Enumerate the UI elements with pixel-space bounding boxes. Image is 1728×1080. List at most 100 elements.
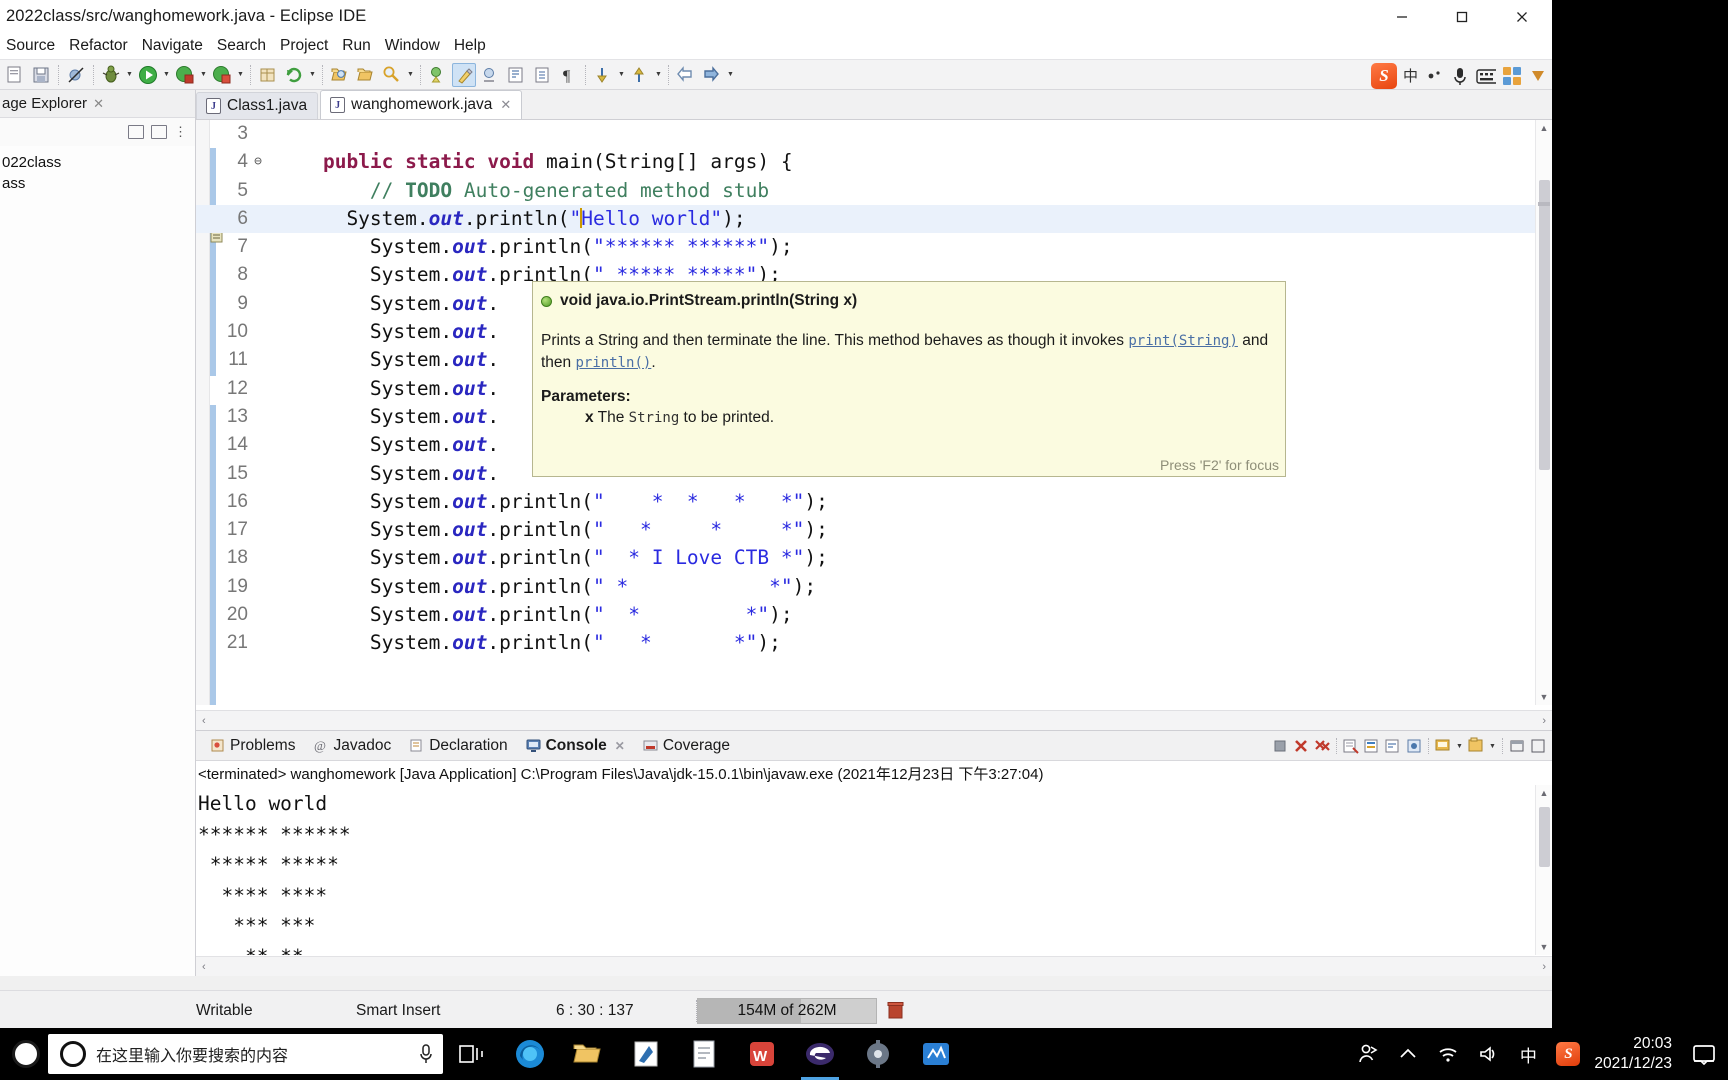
open-console-icon[interactable] [1466, 736, 1486, 756]
editor-horizontal-scrollbar[interactable]: ‹ › [196, 710, 1552, 730]
console-vertical-scrollbar[interactable]: ▲ ▼ [1535, 785, 1552, 955]
menu-item-help[interactable]: Help [447, 35, 493, 57]
scroll-down-icon[interactable]: ▼ [1536, 939, 1552, 955]
run-last-tool-icon[interactable] [210, 63, 234, 87]
taskbar-wps-icon[interactable]: W [733, 1028, 791, 1080]
close-icon[interactable]: ✕ [615, 739, 625, 753]
keyboard-icon[interactable] [1476, 66, 1496, 86]
taskbar-clock[interactable]: 20:03 2021/12/23 [1588, 1034, 1684, 1074]
pilcrow-icon[interactable]: ¶ [556, 63, 580, 87]
collapse-all-icon[interactable] [128, 125, 144, 139]
notification-center-icon[interactable] [1684, 1028, 1724, 1080]
code-line[interactable]: 6 System.out.println("Hello world"); [196, 204, 1552, 234]
tab-javadoc[interactable]: @ Javadoc [305, 735, 399, 757]
code-line[interactable]: 18 System.out.println(" * I Love CTB *")… [196, 544, 1552, 572]
refresh-dropdown-icon[interactable] [307, 63, 318, 87]
editor-tab-class1[interactable]: J Class1.java [196, 92, 319, 119]
display-selected-console-icon[interactable] [1433, 736, 1453, 756]
code-line[interactable]: 16 System.out.println(" * * * *"); [196, 488, 1552, 516]
taskbar-settings-icon[interactable] [849, 1028, 907, 1080]
debug-icon[interactable] [99, 63, 123, 87]
menu-item-source[interactable]: Source [2, 35, 62, 57]
tree-item-project[interactable]: 022class [0, 152, 195, 173]
taskbar-search[interactable]: 在这里输入你要搜索的内容 [48, 1034, 443, 1074]
volume-icon[interactable] [1468, 1028, 1508, 1080]
tab-coverage[interactable]: Coverage [635, 735, 738, 757]
scroll-left-icon[interactable]: ‹ [202, 715, 206, 727]
word-wrap-icon[interactable] [1383, 736, 1403, 756]
search-icon[interactable] [380, 63, 404, 87]
coverage-icon[interactable] [173, 63, 197, 87]
editor-vertical-scrollbar[interactable]: ▲ ▼ [1535, 120, 1552, 705]
run-last-dropdown-icon[interactable] [235, 63, 246, 87]
taskbar-notepad-icon[interactable] [675, 1028, 733, 1080]
package-explorer-tab[interactable]: age Explorer ✕ [0, 90, 195, 118]
console-horizontal-scrollbar[interactable]: ‹ › [196, 956, 1552, 976]
menu-item-refactor[interactable]: Refactor [62, 35, 135, 57]
task-view-button[interactable] [443, 1028, 501, 1080]
code-line[interactable]: 3 [196, 120, 1552, 148]
download-dropdown-icon[interactable] [616, 63, 627, 87]
apps-grid-icon[interactable] [1502, 66, 1522, 86]
run-dropdown-icon[interactable] [161, 63, 172, 87]
scrollbar-thumb[interactable] [1539, 807, 1550, 867]
block-selection-icon[interactable] [530, 63, 554, 87]
clear-console-icon[interactable] [1341, 736, 1361, 756]
scroll-right-icon[interactable]: › [1542, 961, 1546, 973]
scroll-up-icon[interactable]: ▲ [1536, 785, 1552, 801]
remove-all-launches-icon[interactable] [1312, 736, 1332, 756]
menu-item-navigate[interactable]: Navigate [135, 35, 210, 57]
editor-tab-wanghomework[interactable]: J wanghomework.java ✕ [320, 90, 523, 119]
open-console-dropdown-icon[interactable] [1487, 734, 1498, 758]
nav-dropdown-icon[interactable] [725, 63, 736, 87]
menu-item-run[interactable]: Run [335, 35, 377, 57]
code-line[interactable]: 19 System.out.println(" * *"); [196, 573, 1552, 601]
taskbar-edge-icon[interactable] [501, 1028, 559, 1080]
scroll-lock-icon[interactable] [1362, 736, 1382, 756]
run-gc-icon[interactable] [887, 1001, 904, 1020]
forward-nav-icon[interactable] [700, 63, 724, 87]
taskbar-eclipse-icon[interactable] [791, 1028, 849, 1080]
search-dropdown-icon[interactable] [405, 63, 416, 87]
close-icon[interactable]: ✕ [500, 97, 511, 113]
close-icon[interactable]: ✕ [93, 96, 104, 112]
scroll-right-icon[interactable]: › [1542, 715, 1546, 727]
pin-console-icon[interactable] [1404, 736, 1424, 756]
minimize-icon[interactable] [1372, 0, 1432, 33]
maximize-view-icon[interactable] [1528, 736, 1548, 756]
sogou-tray-icon[interactable]: S [1548, 1028, 1588, 1080]
menu-item-search[interactable]: Search [210, 35, 273, 57]
ime-lang-icon[interactable]: 中 [1508, 1028, 1548, 1080]
remove-launch-icon[interactable] [1291, 736, 1311, 756]
open-type-icon[interactable] [328, 63, 352, 87]
next-annotation-icon[interactable] [426, 63, 450, 87]
debug-dropdown-icon[interactable] [124, 63, 135, 87]
taskbar-editor-icon[interactable] [907, 1028, 965, 1080]
tab-problems[interactable]: Problems [202, 735, 303, 757]
microphone-icon[interactable] [1450, 66, 1470, 86]
code-line[interactable]: 7 System.out.println("****** ******"); [196, 233, 1552, 261]
code-line[interactable]: 5 // TODO Auto-generated method stub [196, 177, 1552, 205]
heap-status-indicator[interactable]: 154M of 262M [697, 997, 877, 1024]
view-menu-icon[interactable]: ⋮ [174, 124, 187, 140]
close-icon[interactable] [1492, 0, 1552, 33]
show-hidden-icons-icon[interactable] [1388, 1028, 1428, 1080]
fold-toggle-icon[interactable]: ⊖ [251, 148, 265, 176]
download-sources-icon[interactable] [591, 63, 615, 87]
scroll-left-icon[interactable]: ‹ [202, 961, 206, 973]
menu-item-window[interactable]: Window [378, 35, 447, 57]
tab-console[interactable]: Console ✕ [518, 735, 633, 757]
open-task-icon[interactable] [354, 63, 378, 87]
console-select-dropdown-icon[interactable] [1454, 734, 1465, 758]
upload-dropdown-icon[interactable] [653, 63, 664, 87]
code-line[interactable]: 21 System.out.println(" * *"); [196, 629, 1552, 657]
refresh-icon[interactable] [282, 63, 306, 87]
minimize-view-icon[interactable] [1507, 736, 1527, 756]
microphone-icon[interactable] [417, 1043, 435, 1065]
taskbar-file-explorer-icon[interactable] [559, 1028, 617, 1080]
code-line[interactable]: 17 System.out.println(" * * *"); [196, 516, 1552, 544]
people-icon[interactable] [1348, 1028, 1388, 1080]
run-icon[interactable] [136, 63, 160, 87]
link-with-editor-icon[interactable] [151, 125, 167, 139]
upload-icon[interactable] [628, 63, 652, 87]
